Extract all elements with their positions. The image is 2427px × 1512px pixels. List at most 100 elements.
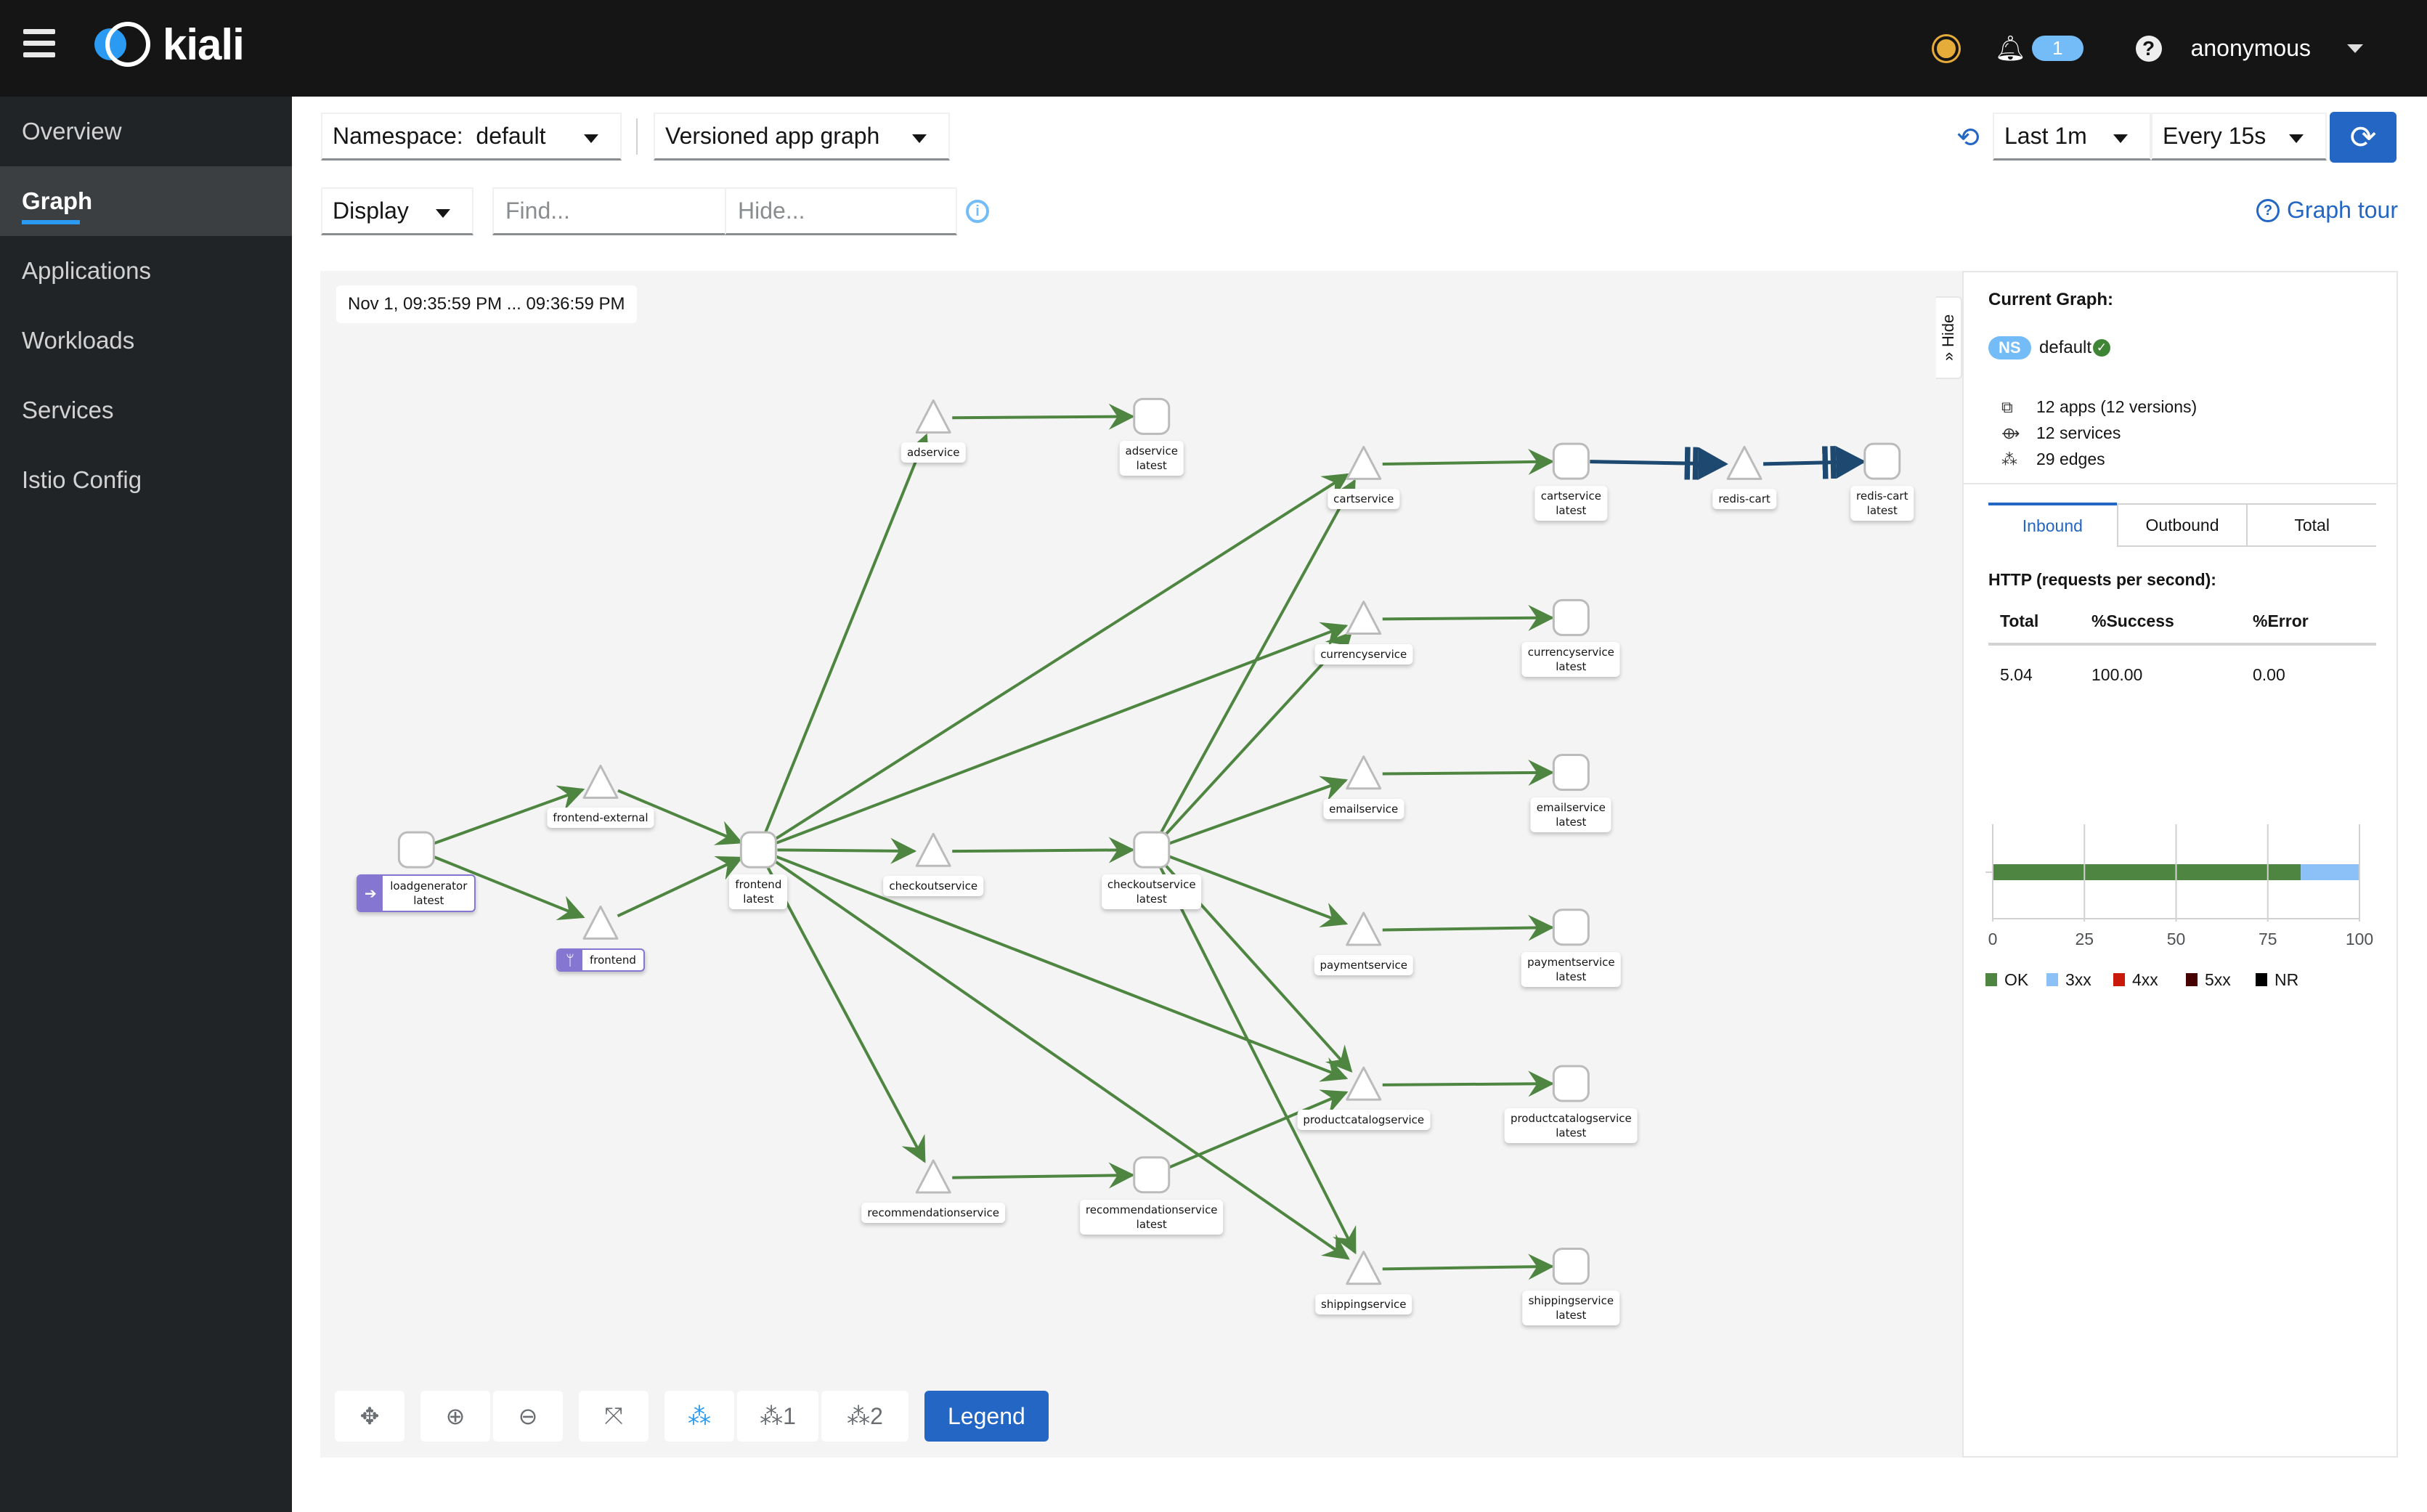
edge-checkoutservice-svc-to-checkoutservice[interactable] — [952, 837, 1135, 863]
zoom-out-button[interactable]: ⊖ — [493, 1391, 563, 1442]
node-label-frontend-svc[interactable]: ᛘ frontend — [556, 948, 645, 972]
node-label-currencyservice-svc[interactable]: currencyservice — [1314, 643, 1413, 664]
edge-frontend-svc-to-frontend[interactable] — [617, 855, 744, 918]
node-label-shippingservice-svc[interactable]: shippingservice — [1315, 1293, 1412, 1314]
node-label-frontend-external[interactable]: frontend-external — [547, 808, 654, 829]
edge-frontend-to-adservice-svc[interactable] — [764, 433, 930, 833]
edge-checkoutservice-to-emailservice-svc[interactable] — [1168, 776, 1349, 845]
tab-inbound[interactable]: Inbound — [1988, 503, 2117, 547]
node-label-recommendationservice-svc[interactable]: recommendationservice — [861, 1202, 1006, 1223]
layout-2-button[interactable]: ⁂ 2 — [821, 1391, 908, 1442]
kiali-logo[interactable]: kiali — [89, 19, 245, 70]
node-label-emailservice-svc[interactable]: emailservice — [1323, 798, 1404, 819]
namespace-link[interactable]: default — [2039, 338, 2091, 358]
hide-panel-tab[interactable]: » Hide — [1936, 296, 1962, 379]
hamburger-menu-icon[interactable] — [23, 29, 55, 58]
node-frontend-external[interactable] — [582, 764, 619, 799]
node-label-adservice-svc[interactable]: adservice — [901, 442, 966, 463]
node-label-redis-cart-svc[interactable]: redis-cart — [1712, 489, 1776, 510]
refresh-interval-select[interactable]: Every 15s — [2151, 113, 2327, 160]
layout-1-button[interactable]: ⁂ 1 — [737, 1391, 818, 1442]
node-label-checkoutservice-svc[interactable]: checkoutservice — [883, 876, 984, 897]
notification-count-badge[interactable]: 1 — [2032, 36, 2084, 61]
fit-button[interactable]: ⤧ — [579, 1391, 649, 1442]
node-emailservice[interactable] — [1552, 754, 1590, 792]
node-label-recommendationservice[interactable]: recommendationservice latest — [1079, 1199, 1224, 1235]
node-paymentservice[interactable] — [1552, 909, 1590, 946]
node-label-checkoutservice[interactable]: checkoutservice latest — [1101, 874, 1202, 910]
user-menu-caret-icon[interactable] — [2347, 44, 2363, 53]
node-redis-cart[interactable] — [1863, 442, 1901, 480]
node-emailservice-svc[interactable] — [1346, 755, 1382, 790]
sidebar-item-workloads[interactable]: Workloads — [0, 306, 292, 375]
node-checkoutservice-svc[interactable] — [915, 832, 951, 867]
edge-paymentservice-svc-to-paymentservice[interactable] — [1382, 914, 1555, 941]
graph-canvas[interactable]: ➔ loadgenerator latest frontend-external ᛘ fr… — [320, 271, 1962, 1458]
node-redis-cart-svc[interactable] — [1726, 445, 1763, 480]
edge-shippingservice-svc-to-shippingservice[interactable] — [1382, 1253, 1555, 1280]
refresh-button[interactable]: ⟳ — [2330, 112, 2396, 163]
node-label-cartservice-svc[interactable]: cartservice — [1328, 489, 1400, 510]
node-cartservice[interactable] — [1552, 442, 1590, 480]
pan-button[interactable]: ✥ — [335, 1391, 404, 1442]
graph-tour-link[interactable]: ? Graph tour — [2256, 197, 2398, 224]
node-label-frontend[interactable]: frontend latest — [729, 874, 788, 910]
node-adservice[interactable] — [1133, 397, 1171, 435]
sidebar-item-istio-config[interactable]: Istio Config — [0, 445, 292, 515]
edge-productcatalogservice-svc-to-productcatalogservice[interactable] — [1382, 1070, 1555, 1097]
sidebar-item-services[interactable]: Services — [0, 375, 292, 445]
edge-cartservice-svc-to-cartservice[interactable] — [1382, 449, 1555, 476]
edge-frontend-to-shippingservice-svc[interactable] — [773, 859, 1350, 1260]
node-paymentservice-svc[interactable] — [1346, 911, 1382, 946]
node-label-loadgenerator[interactable]: ➔ loadgenerator latest — [357, 874, 476, 913]
zoom-in-button[interactable]: ⊕ — [420, 1391, 490, 1442]
history-icon[interactable]: ⟲ — [1956, 121, 1980, 154]
edge-recommendationservice-svc-to-recommendationservice[interactable] — [952, 1162, 1135, 1189]
node-cartservice-svc[interactable] — [1346, 445, 1382, 480]
edge-cartservice-to-redis-cart-svc[interactable] — [1590, 447, 1728, 480]
node-productcatalogservice-svc[interactable] — [1346, 1066, 1382, 1101]
node-label-paymentservice-svc[interactable]: paymentservice — [1314, 954, 1414, 975]
node-label-productcatalogservice-svc[interactable]: productcatalogservice — [1297, 1110, 1431, 1131]
node-label-productcatalogservice[interactable]: productcatalogservice latest — [1504, 1107, 1638, 1143]
node-label-paymentservice[interactable]: paymentservice latest — [1521, 951, 1621, 987]
tab-outbound[interactable]: Outbound — [2116, 505, 2247, 547]
node-label-adservice[interactable]: adservice latest — [1119, 441, 1184, 476]
node-label-redis-cart[interactable]: redis-cart latest — [1850, 486, 1914, 521]
legend-button[interactable]: Legend — [924, 1391, 1049, 1442]
bell-icon[interactable]: 🔔︎ — [1995, 34, 2026, 63]
node-shippingservice[interactable] — [1552, 1247, 1590, 1285]
node-currencyservice[interactable] — [1552, 598, 1590, 636]
graph-type-select[interactable]: Versioned app graph — [654, 113, 950, 160]
node-label-cartservice[interactable]: cartservice latest — [1534, 486, 1607, 521]
node-label-shippingservice[interactable]: shippingservice latest — [1522, 1291, 1620, 1326]
help-icon[interactable]: ? — [2135, 35, 2162, 62]
find-input[interactable]: Find... — [492, 187, 726, 235]
node-checkoutservice[interactable] — [1133, 831, 1171, 869]
hide-input[interactable]: Hide... — [725, 187, 957, 235]
node-productcatalogservice[interactable] — [1552, 1065, 1590, 1102]
edge-frontend-to-checkoutservice-svc[interactable] — [777, 837, 917, 864]
node-recommendationservice[interactable] — [1133, 1156, 1171, 1194]
node-frontend[interactable] — [739, 831, 777, 869]
tab-total[interactable]: Total — [2246, 505, 2377, 547]
info-icon[interactable]: i — [966, 200, 989, 223]
edge-currencyservice-svc-to-currencyservice[interactable] — [1382, 604, 1555, 631]
bar-3xx[interactable] — [2301, 864, 2359, 880]
node-currencyservice-svc[interactable] — [1346, 601, 1382, 635]
user-menu[interactable]: anonymous — [2191, 35, 2311, 62]
duration-select[interactable]: Last 1m — [1993, 113, 2151, 160]
node-loadgenerator[interactable] — [397, 831, 435, 869]
sidebar-item-overview[interactable]: Overview — [0, 97, 292, 166]
node-label-emailservice[interactable]: emailservice latest — [1530, 797, 1611, 832]
layout-default-button[interactable]: ⁂ — [664, 1391, 734, 1442]
edge-adservice-svc-to-adservice[interactable] — [952, 403, 1135, 430]
node-adservice-svc[interactable] — [915, 399, 951, 434]
istio-status-icon[interactable] — [1933, 36, 1959, 61]
sidebar-item-graph[interactable]: Graph — [0, 166, 292, 236]
edge-emailservice-svc-to-emailservice[interactable] — [1382, 759, 1555, 786]
node-shippingservice-svc[interactable] — [1346, 1251, 1382, 1285]
node-frontend-svc[interactable] — [582, 905, 619, 940]
display-select[interactable]: Display — [321, 187, 473, 235]
edge-redis-cart-svc-to-redis-cart[interactable] — [1763, 446, 1866, 479]
